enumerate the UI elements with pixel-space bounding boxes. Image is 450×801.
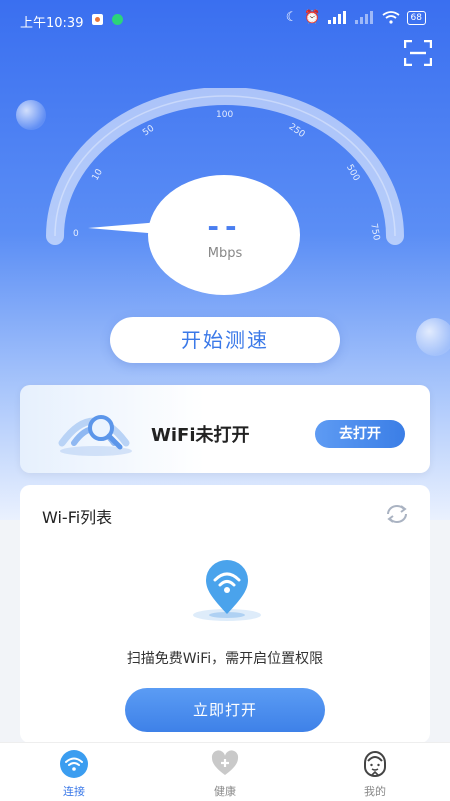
gauge-tick: 0 [73, 229, 79, 239]
battery-indicator: 68 [406, 10, 426, 25]
wifi-status-icon [382, 11, 400, 24]
scan-icon[interactable] [404, 40, 432, 66]
refresh-icon[interactable] [384, 503, 410, 525]
tab-label: 我的 [364, 785, 386, 798]
heart-plus-icon [211, 750, 239, 775]
speed-unit: Mbps [207, 246, 243, 261]
signal-weak-icon [354, 11, 373, 24]
wifi-list-card: Wi-Fi列表 扫描免费WiFi，需开启位置权限 立即打开 [20, 485, 430, 743]
wifi-list-title: Wi-Fi列表 [42, 508, 113, 527]
wifi-status-text: WiFi未打开 [151, 425, 250, 446]
location-permission-hint: 扫描免费WiFi，需开启位置权限 [126, 651, 324, 667]
status-icons: ☾ ⏰ 68 [286, 10, 426, 25]
status-time: 上午10:39 [20, 16, 84, 31]
start-speed-test-button[interactable]: 开始测速 [110, 317, 340, 363]
wifi-search-icon [58, 415, 132, 456]
alarm-icon: ⏰ [304, 10, 321, 25]
bottom-tab-bar: 连接 健康 我的 [0, 742, 450, 801]
signal-icon [327, 11, 346, 24]
tab-label: 连接 [63, 785, 85, 798]
tab-connect[interactable]: 连接 [34, 749, 114, 799]
location-wifi-icon [193, 560, 261, 621]
gauge-tick: 100 [216, 110, 234, 120]
notification-app-icon [112, 14, 123, 25]
wifi-icon [60, 750, 88, 778]
speed-value: -- [207, 210, 243, 243]
wifi-status-card: WiFi未打开 去打开 [20, 385, 430, 473]
moon-icon: ☾ [285, 10, 298, 25]
enable-location-button[interactable]: 立即打开 [125, 688, 325, 732]
tab-profile[interactable]: 我的 [335, 749, 415, 799]
status-bar: 上午10:39 ☾ ⏰ 68 [0, 0, 450, 40]
tab-label: 健康 [214, 785, 236, 798]
user-face-icon [364, 751, 386, 777]
notification-app-icon [92, 14, 103, 25]
open-wifi-button[interactable]: 去打开 [315, 420, 405, 448]
tab-health[interactable]: 健康 [185, 749, 265, 799]
decor-bubble [416, 318, 450, 356]
